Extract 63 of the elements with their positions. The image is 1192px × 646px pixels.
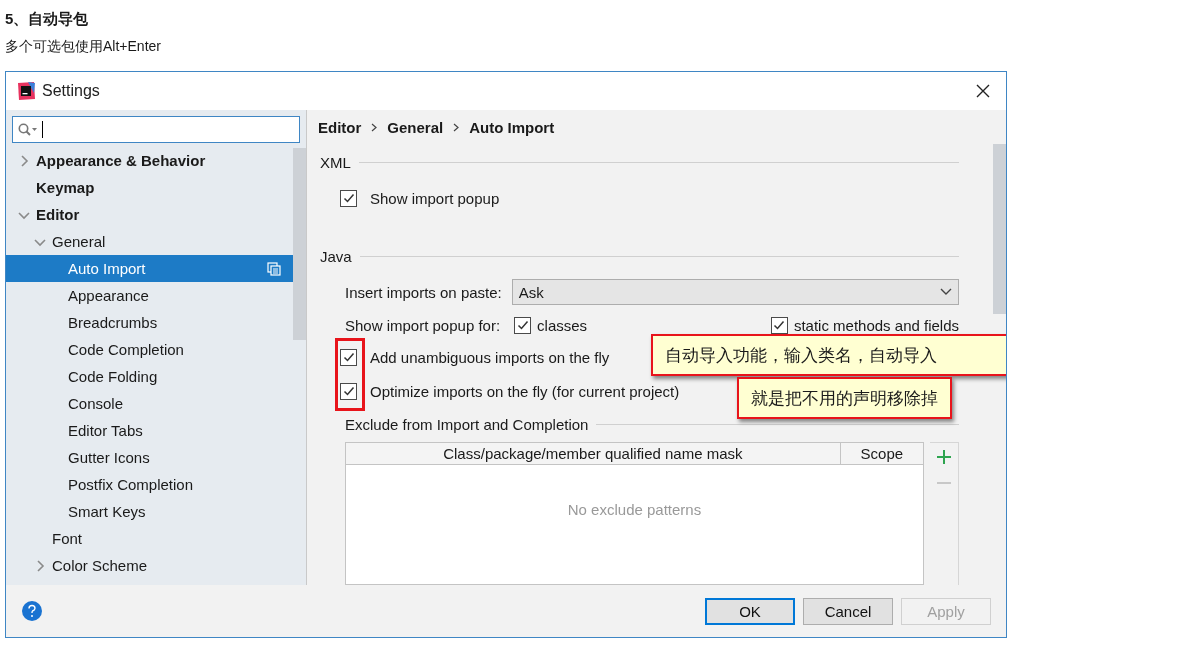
search-field[interactable] (12, 116, 300, 143)
add-icon[interactable] (936, 449, 952, 465)
dialog-button[interactable]: Cancel (803, 597, 893, 625)
tree-item[interactable]: Color Scheme (6, 552, 293, 579)
chevron-right-icon (453, 122, 460, 132)
checkbox[interactable] (340, 189, 357, 207)
section-heading: 5、自动导包 (5, 10, 89, 29)
column-header[interactable]: Scope (839, 443, 923, 464)
check-icon (342, 192, 355, 204)
empty-text: No exclude patterns (567, 501, 702, 520)
field-label: Insert imports on paste: (345, 283, 502, 301)
close-icon[interactable] (976, 84, 990, 98)
search-icon (18, 122, 38, 137)
breadcrumb-item[interactable]: Editor (318, 118, 362, 136)
checkbox[interactable] (340, 348, 357, 366)
chevron-right-icon (371, 122, 378, 132)
tree-item[interactable]: Code Completion (6, 336, 293, 363)
section-title: XML (320, 153, 351, 171)
tree-item[interactable]: Editor Tabs (6, 417, 293, 444)
tree-item[interactable]: Breadcrumbs (6, 309, 293, 336)
scrollbar-thumb[interactable] (293, 148, 306, 340)
tree-item[interactable]: Console (6, 390, 293, 417)
annotation-callout: 就是把不用的声明移除掉 (737, 377, 952, 419)
check-icon (773, 319, 786, 331)
tree-item[interactable]: Font (6, 525, 293, 552)
dialog-button[interactable]: OK (705, 597, 795, 625)
column-header[interactable]: Class/package/member qualified name mask (346, 443, 840, 464)
checkbox-label: static methods and fields (793, 316, 959, 334)
checkbox-label: classes (537, 316, 588, 334)
dropdown[interactable]: Ask (511, 279, 959, 305)
tree-item[interactable]: Keymap (6, 174, 293, 201)
scrollbar-thumb[interactable] (993, 144, 1006, 314)
checkbox[interactable] (514, 316, 532, 334)
chevron-right-icon[interactable] (34, 559, 46, 572)
check-icon (342, 351, 355, 363)
annotation-callout: 自动导入功能，输入类名，自动导入 (651, 334, 1006, 376)
breadcrumb-item[interactable]: General (387, 118, 444, 136)
check-icon (342, 385, 355, 397)
tree-item[interactable]: Appearance & Behavior (6, 147, 293, 174)
tree-item[interactable]: Gutter Icons (6, 444, 293, 471)
tree-item[interactable]: Postfix Completion (6, 471, 293, 498)
tree-item[interactable]: Smart Keys (6, 498, 293, 525)
app-logo-icon (16, 81, 36, 101)
tree-item[interactable]: Editor (6, 201, 293, 228)
description-text: 多个可选包使用Alt+Enter (5, 38, 161, 56)
checkbox[interactable] (340, 382, 357, 400)
chevron-down-icon (940, 288, 952, 296)
field-label: Show import popup for: (345, 316, 501, 334)
chevron-right-icon[interactable] (18, 154, 30, 167)
window-title: Settings (42, 82, 101, 100)
section-title: Java (320, 247, 352, 265)
checkbox[interactable] (770, 316, 788, 334)
tree-item[interactable]: Appearance (6, 282, 293, 309)
tree-item[interactable]: General (6, 228, 293, 255)
section-title: Exclude from Import and Completion (345, 415, 589, 433)
checkbox-label: Add unambiguous imports on the fly (370, 348, 610, 366)
help-icon[interactable] (21, 600, 43, 622)
checkbox-label: Show import popup (370, 189, 500, 207)
tree-item[interactable]: Code Folding (6, 363, 293, 390)
checkbox-label: Optimize imports on the fly (for current project) (370, 382, 680, 400)
tree-item[interactable]: Auto Import (6, 255, 293, 282)
breadcrumb-item[interactable]: Auto Import (469, 118, 555, 136)
check-icon (516, 319, 529, 331)
